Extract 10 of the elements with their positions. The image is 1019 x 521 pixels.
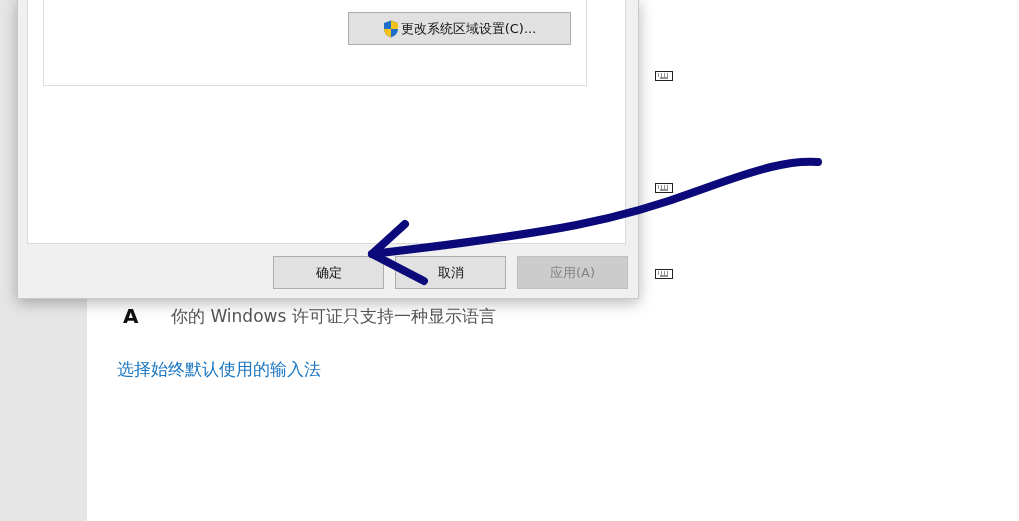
keyboard-icon xyxy=(655,71,673,81)
language-icon: A xyxy=(123,304,141,328)
keyboard-icon xyxy=(655,269,673,279)
shield-icon xyxy=(382,19,399,38)
dialog-button[interactable]: 确定 xyxy=(273,256,384,289)
change-region-button[interactable]: 更改系统区域设置(C)... xyxy=(348,12,571,45)
keyboard-icon xyxy=(655,183,673,193)
input-method-link[interactable]: 选择始终默认使用的输入法 xyxy=(117,358,321,381)
dialog-button[interactable]: 取消 xyxy=(395,256,506,289)
license-note: 你的 Windows 许可证只支持一种显示语言 xyxy=(171,304,496,328)
